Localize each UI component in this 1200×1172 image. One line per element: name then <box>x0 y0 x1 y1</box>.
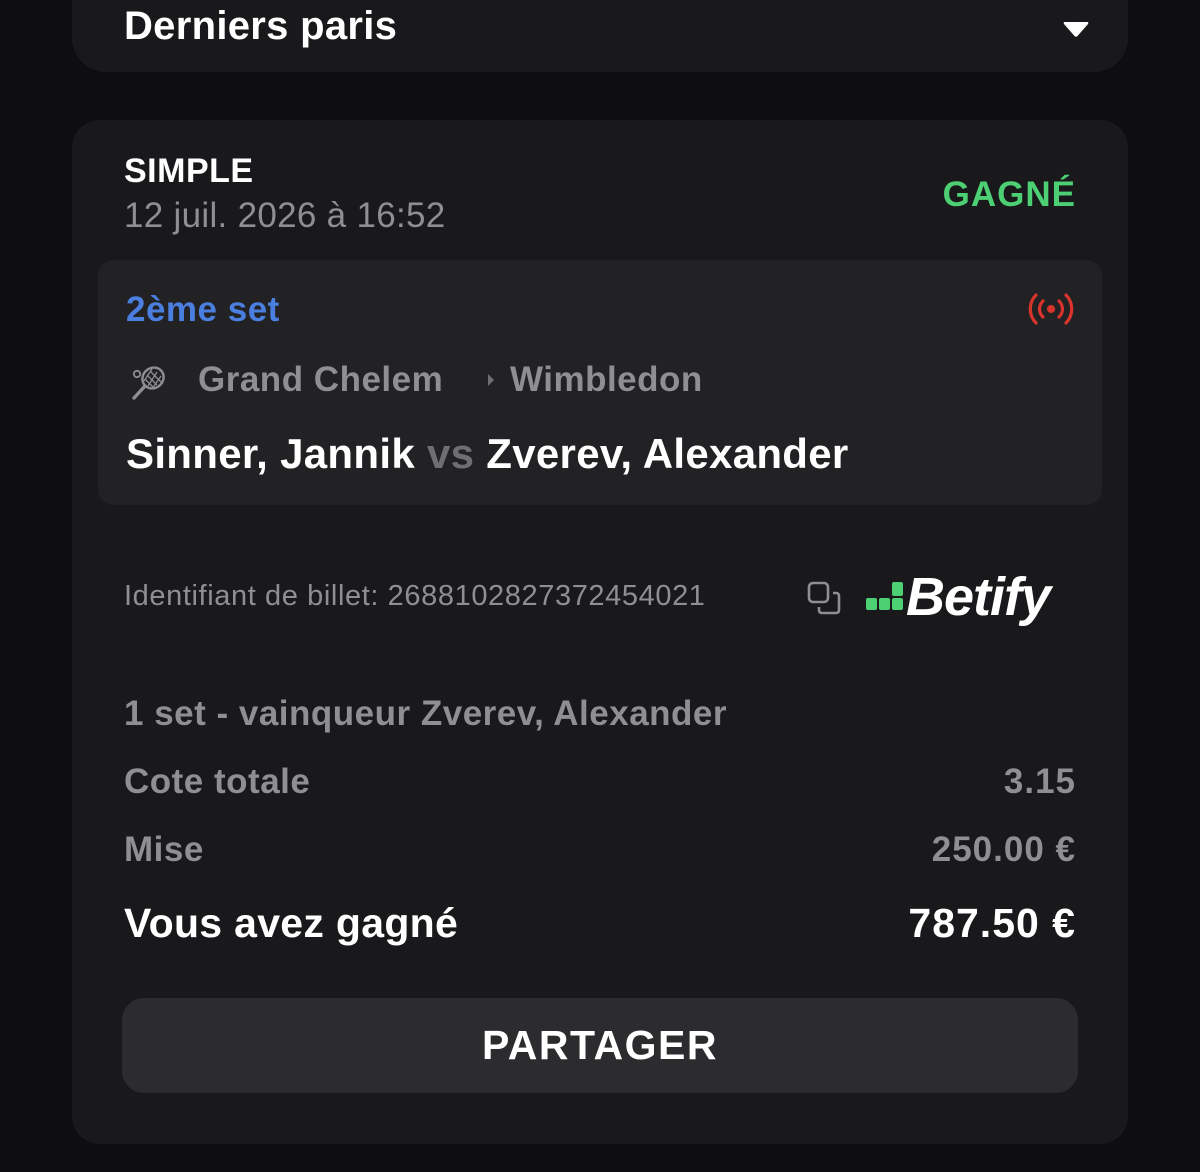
bet-selection: 1 set - vainqueur Zverev, Alexander <box>124 694 728 733</box>
status-badge: GAGNÉ <box>942 175 1076 214</box>
brand: Betify <box>866 566 1076 628</box>
winnings-value: 787.50 € <box>908 900 1076 946</box>
odds-label: Cote totale <box>124 762 311 801</box>
live-period-label: 2ème set <box>126 290 280 329</box>
bet-card: SIMPLE 12 juil. 2026 à 16:52 GAGNÉ 2ème … <box>72 120 1128 1144</box>
stake-label: Mise <box>124 830 204 869</box>
page-title: Derniers paris <box>124 4 398 48</box>
copy-icon[interactable] <box>806 580 842 616</box>
tennis-racket-icon <box>132 366 165 400</box>
latest-bets-header[interactable]: Derniers paris <box>72 0 1128 72</box>
brand-logo-icon <box>866 582 903 610</box>
vs-label: vs <box>426 430 475 477</box>
tournament-label: Wimbledon <box>510 360 703 399</box>
ticket-id: Identifiant de billet: 26881028273724540… <box>124 580 706 612</box>
live-broadcast-icon <box>1028 293 1074 325</box>
chevron-right-icon <box>488 374 494 386</box>
player-2: Zverev, Alexander <box>486 430 849 477</box>
bet-date: 12 juil. 2026 à 16:52 <box>124 196 446 235</box>
event-box[interactable]: 2ème set Grand Chelem Wimbledon Sinner, … <box>98 260 1102 505</box>
share-button[interactable]: PARTAGER <box>122 998 1078 1093</box>
stake-value: 250.00 € <box>931 830 1076 869</box>
brand-name: Betify <box>906 567 1051 627</box>
caret-down-icon[interactable] <box>1062 20 1090 38</box>
player-1: Sinner, Jannik <box>126 430 415 477</box>
odds-value: 3.15 <box>1003 762 1076 801</box>
winnings-label: Vous avez gagné <box>124 900 459 946</box>
bet-type: SIMPLE <box>124 152 254 190</box>
match-title: Sinner, Jannik vs Zverev, Alexander <box>126 430 849 478</box>
competition-label: Grand Chelem <box>198 360 444 399</box>
